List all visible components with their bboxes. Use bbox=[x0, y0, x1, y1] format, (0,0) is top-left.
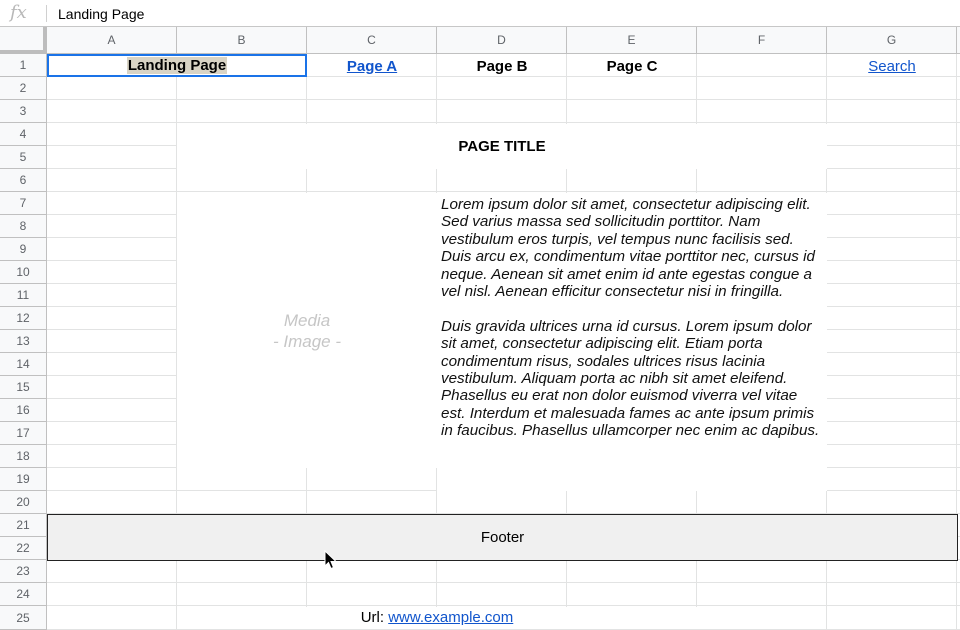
example-url-link[interactable]: www.example.com bbox=[388, 609, 513, 626]
image-label: - Image - bbox=[272, 331, 342, 351]
row-header-3[interactable]: 3 bbox=[0, 100, 47, 123]
column-header-d[interactable]: D bbox=[437, 27, 567, 54]
row-header-10[interactable]: 10 bbox=[0, 261, 47, 284]
column-header-c[interactable]: C bbox=[307, 27, 437, 54]
column-header-f[interactable]: F bbox=[697, 27, 827, 54]
page-c-label[interactable]: Page C bbox=[568, 56, 696, 76]
row-header-17[interactable]: 17 bbox=[0, 422, 47, 445]
landing-page-label: Landing Page bbox=[126, 57, 228, 74]
body-text-cell[interactable]: Lorem ipsum dolor sit amet, consectetur … bbox=[437, 193, 827, 491]
grid-hline bbox=[47, 582, 960, 583]
footer-label: Footer bbox=[480, 529, 525, 546]
formula-input[interactable]: Landing Page bbox=[58, 4, 938, 24]
select-all-corner[interactable] bbox=[0, 27, 47, 54]
column-header-b[interactable]: B bbox=[177, 27, 307, 54]
row-header-1[interactable]: 1 bbox=[0, 54, 47, 77]
fx-icon: fx bbox=[10, 2, 27, 23]
mouse-cursor-icon bbox=[324, 550, 338, 570]
grid-hline bbox=[47, 99, 960, 100]
body-paragraph-1: Lorem ipsum dolor sit amet, consectetur … bbox=[441, 196, 815, 301]
row-header-6[interactable]: 6 bbox=[0, 169, 47, 192]
grid-hline bbox=[47, 605, 960, 606]
row-header-14[interactable]: 14 bbox=[0, 353, 47, 376]
row-header-9[interactable]: 9 bbox=[0, 238, 47, 261]
row-header-15[interactable]: 15 bbox=[0, 376, 47, 399]
row-header-2[interactable]: 2 bbox=[0, 77, 47, 100]
page-b-label[interactable]: Page B bbox=[438, 56, 566, 76]
row-header-12[interactable]: 12 bbox=[0, 307, 47, 330]
media-placeholder[interactable]: Media - Image - bbox=[177, 193, 437, 468]
cell-c1[interactable]: Page A bbox=[308, 56, 436, 76]
row-header-18[interactable]: 18 bbox=[0, 445, 47, 468]
row-header-21[interactable]: 21 bbox=[0, 514, 47, 537]
url-cell[interactable]: Url: www.example.com bbox=[177, 607, 697, 629]
row-header-24[interactable]: 24 bbox=[0, 583, 47, 606]
column-header-g[interactable]: G bbox=[827, 27, 957, 54]
row-header-20[interactable]: 20 bbox=[0, 491, 47, 514]
formula-separator bbox=[46, 5, 47, 22]
row-header-11[interactable]: 11 bbox=[0, 284, 47, 307]
row-header-16[interactable]: 16 bbox=[0, 399, 47, 422]
grid-hline bbox=[47, 191, 960, 192]
cell-g1[interactable]: Search bbox=[828, 56, 956, 76]
row-header-23[interactable]: 23 bbox=[0, 560, 47, 583]
media-label: Media bbox=[283, 310, 331, 330]
row-header-8[interactable]: 8 bbox=[0, 215, 47, 238]
column-header-a[interactable]: A bbox=[47, 27, 177, 54]
page-a-link[interactable]: Page A bbox=[347, 58, 397, 75]
grid-hline bbox=[47, 122, 960, 123]
footer-cell[interactable]: Footer bbox=[47, 514, 958, 561]
row-header-5[interactable]: 5 bbox=[0, 146, 47, 169]
page-title[interactable]: PAGE TITLE bbox=[177, 124, 827, 169]
row-header-4[interactable]: 4 bbox=[0, 123, 47, 146]
row-header-7[interactable]: 7 bbox=[0, 192, 47, 215]
search-link[interactable]: Search bbox=[868, 58, 916, 75]
url-label: Url: bbox=[360, 609, 385, 626]
row-header-19[interactable]: 19 bbox=[0, 468, 47, 491]
row-header-25[interactable]: 25 bbox=[0, 606, 47, 630]
column-header-e[interactable]: E bbox=[567, 27, 697, 54]
body-paragraph-2: Duis gravida ultrices urna id cursus. Lo… bbox=[441, 317, 820, 440]
cell-a1-landing-page[interactable]: Landing Page bbox=[47, 54, 307, 77]
row-header-13[interactable]: 13 bbox=[0, 330, 47, 353]
row-header-22[interactable]: 22 bbox=[0, 537, 47, 560]
